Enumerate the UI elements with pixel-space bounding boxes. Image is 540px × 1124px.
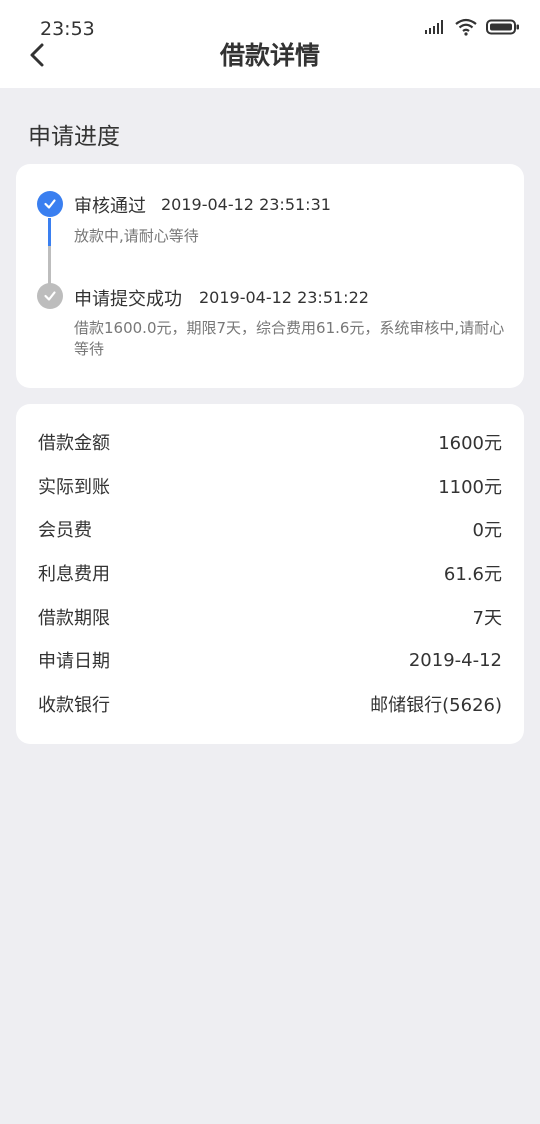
detail-label: 利息费用 — [38, 564, 110, 585]
step-time: 2019-04-12 23:51:31 — [161, 195, 331, 214]
step-status-dot — [37, 283, 63, 309]
detail-row-bank: 收款银行 邮储银行(5626) — [38, 689, 502, 719]
loan-details-card: 借款金额 1600元 实际到账 1100元 会员费 0元 利息费用 61.6元 … — [16, 404, 524, 744]
detail-value: 2019-4-12 — [408, 649, 502, 671]
check-icon — [44, 199, 56, 209]
detail-label: 申请日期 — [38, 651, 110, 672]
timeline-line-active — [48, 218, 51, 246]
step-status-dot — [37, 191, 63, 217]
detail-label: 借款金额 — [38, 433, 110, 454]
progress-card: 审核通过 2019-04-12 23:51:31 放款中,请耐心等待 申请提交成… — [16, 164, 524, 388]
app-header: 23:53 借款详情 — [0, 0, 540, 88]
detail-row-term: 借款期限 7天 — [38, 602, 502, 632]
status-icons — [424, 18, 520, 36]
detail-value: 1600元 — [438, 433, 502, 454]
check-icon — [44, 291, 56, 301]
detail-value: 邮储银行(5626) — [370, 695, 502, 716]
detail-value: 61.6元 — [443, 564, 502, 585]
step-description: 借款1600.0元，期限7天，综合费用61.6元，系统审核中,请耐心等待 — [74, 319, 505, 358]
detail-value: 0元 — [472, 520, 502, 541]
step-title: 申请提交成功 — [74, 289, 182, 310]
detail-row-interest: 利息费用 61.6元 — [38, 558, 502, 588]
battery-icon — [486, 19, 519, 35]
detail-value: 1100元 — [438, 477, 502, 498]
detail-label: 收款银行 — [38, 695, 110, 716]
detail-row-received: 实际到账 1100元 — [38, 471, 502, 501]
detail-row-apply-date: 申请日期 2019-4-12 — [38, 645, 502, 675]
detail-row-membership-fee: 会员费 0元 — [38, 514, 502, 544]
detail-label: 会员费 — [38, 520, 92, 541]
detail-row-loan-amount: 借款金额 1600元 — [38, 427, 502, 457]
signal-icon — [425, 20, 443, 34]
detail-label: 实际到账 — [38, 477, 110, 498]
step-title: 审核通过 — [74, 196, 146, 217]
detail-label: 借款期限 — [38, 608, 110, 629]
page-title: 借款详情 — [219, 41, 320, 70]
step-time: 2019-04-12 23:51:22 — [199, 288, 369, 307]
timeline-line-inactive — [48, 246, 51, 284]
step-description: 放款中,请耐心等待 — [74, 227, 199, 245]
wifi-icon — [455, 18, 477, 36]
detail-value: 7天 — [472, 608, 502, 629]
section-title: 申请进度 — [28, 124, 120, 150]
